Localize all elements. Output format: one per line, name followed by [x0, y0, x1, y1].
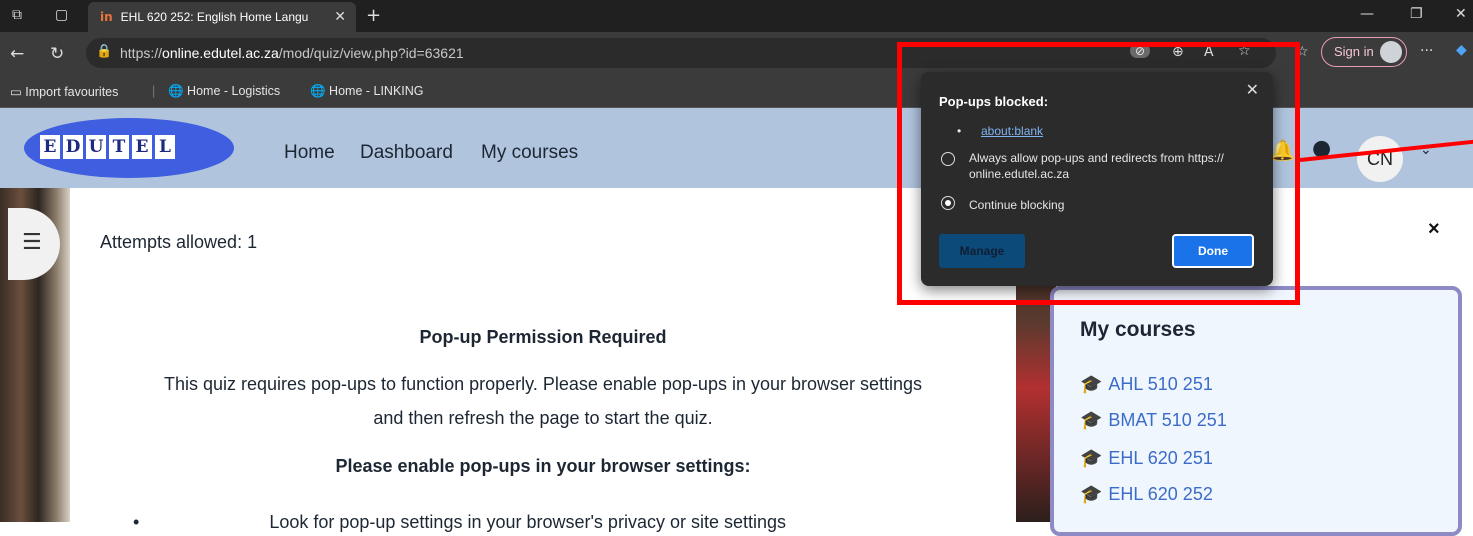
copilot-icon[interactable]: ◆	[1456, 42, 1467, 58]
refresh-icon[interactable]: ↻	[50, 44, 64, 64]
tab-actions-icon[interactable]: ▢	[55, 7, 68, 23]
url-text: https://online.edutel.ac.za/mod/quiz/vie…	[120, 45, 464, 61]
popup-permission-heading: Pop-up Permission Required	[419, 327, 667, 347]
profile-avatar-icon	[1380, 41, 1402, 63]
sign-in-button[interactable]: Sign in	[1321, 37, 1407, 67]
user-avatar[interactable]: CN	[1357, 136, 1403, 182]
close-tab-icon[interactable]: ✕	[334, 8, 346, 25]
course-link[interactable]: 🎓 AHL 510 251	[1080, 374, 1213, 395]
nav-my-courses[interactable]: My courses	[481, 142, 578, 164]
enable-popups-subheading: Please enable pop-ups in your browser se…	[335, 456, 751, 476]
graduation-cap-icon: 🎓	[1080, 374, 1103, 395]
fav-home-logistics[interactable]: 🌐 Home - Logistics	[168, 84, 280, 99]
minimize-icon[interactable]: —	[1360, 6, 1374, 22]
description-line-1: This quiz requires pop-ups to function p…	[163, 374, 923, 394]
course-link[interactable]: 🎓 BMAT 510 251	[1080, 410, 1227, 431]
bullet-instruction: • Look for pop-up settings in your brows…	[133, 512, 787, 532]
course-link[interactable]: 🎓 EHL 620 251	[1080, 448, 1213, 469]
attempts-allowed: Attempts allowed: 1	[100, 232, 258, 252]
site-favicon-icon: in	[100, 10, 113, 24]
close-drawer-button[interactable]: ×	[1428, 218, 1440, 241]
nav-dashboard[interactable]: Dashboard	[360, 142, 453, 164]
my-courses-heading: My courses	[1080, 318, 1196, 341]
nav-home[interactable]: Home	[284, 142, 335, 164]
new-tab-icon[interactable]: +	[366, 5, 381, 26]
annotation-highlight-box	[897, 42, 1300, 305]
description-line-2: and then refresh the page to start the q…	[373, 408, 713, 428]
list-icon: ☰	[22, 230, 42, 255]
site-info-lock-icon[interactable]: 🔒	[96, 44, 112, 59]
import-favourites-link[interactable]: ▭ Import favourites	[10, 84, 118, 99]
more-options-icon[interactable]: ···	[1420, 43, 1433, 59]
course-link[interactable]: 🎓 EHL 620 252	[1080, 484, 1213, 505]
back-icon[interactable]: ←	[10, 44, 24, 64]
browser-tab-active[interactable]: in EHL 620 252: English Home Langu ✕	[88, 2, 356, 32]
graduation-cap-icon: 🎓	[1080, 484, 1103, 505]
browser-tab-strip: ⧉ ▢ in EHL 620 252: English Home Langu ✕…	[0, 0, 1473, 32]
sign-in-label: Sign in	[1334, 44, 1374, 59]
my-courses-block: My courses 🎓 AHL 510 251 🎓 BMAT 510 251 🎓 E…	[1050, 286, 1462, 536]
close-window-icon[interactable]: ✕	[1455, 6, 1467, 22]
fav-home-linking[interactable]: 🌐 Home - LINKING	[310, 84, 424, 99]
tab-title: EHL 620 252: English Home Langu	[120, 10, 309, 24]
workspaces-icon[interactable]: ⧉	[12, 7, 22, 23]
restore-icon[interactable]: ❐	[1410, 6, 1423, 22]
edutel-logo[interactable]: E D U T E L	[24, 118, 234, 178]
graduation-cap-icon: 🎓	[1080, 448, 1103, 469]
graduation-cap-icon: 🎓	[1080, 410, 1103, 431]
favbar-divider: |	[152, 84, 156, 98]
